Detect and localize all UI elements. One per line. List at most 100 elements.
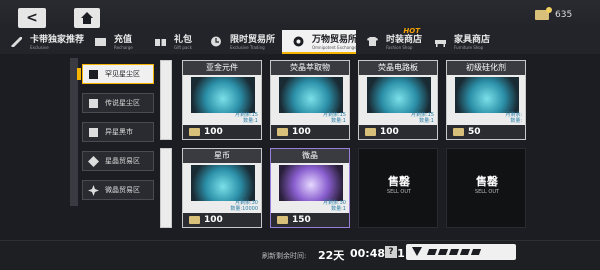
price-row: 50 xyxy=(447,125,525,139)
goods-price: 150 xyxy=(292,215,311,225)
tab-sub: Exclusive Trading xyxy=(230,44,265,50)
goods-limit: 月剩余:15 数量:1 xyxy=(234,112,258,124)
soldout-label: 售罄 xyxy=(388,175,410,188)
tab-sub: Furniture Shop xyxy=(454,44,484,50)
goods-image xyxy=(191,77,255,113)
tab-furniture-shop[interactable]: 家具商店 Furniture Shop xyxy=(424,30,500,54)
goods-image xyxy=(279,77,343,113)
tab-label: 充值 xyxy=(114,34,133,45)
goods-card[interactable]: 微晶 月剩余:30 数量:1 150 xyxy=(270,148,350,228)
help-icon: ? xyxy=(388,247,394,257)
goods-title: 星币 xyxy=(183,149,261,163)
clock-icon xyxy=(211,36,221,47)
goods-image xyxy=(367,77,431,113)
clothes-icon xyxy=(367,37,378,46)
tab-sub: Fashion Shop xyxy=(386,44,413,50)
diamond-icon xyxy=(88,156,99,167)
tab-sub: Recharge xyxy=(114,44,133,50)
partial-card[interactable] xyxy=(160,148,172,228)
currency-display: 635 xyxy=(535,7,573,20)
tab-sub: Exclusive xyxy=(30,44,49,50)
sidebar-item-label: 微晶贸易区 xyxy=(105,186,140,194)
sidebar-item-starcrystal-trading[interactable]: 星晶贸易区 xyxy=(82,151,154,171)
goods-card[interactable]: 亚金元件 月剩余:15 数量:1 100 xyxy=(182,60,262,140)
star-icon xyxy=(88,185,99,196)
price-coin-icon xyxy=(189,216,200,224)
sidebar-item-label: 星晶贸易区 xyxy=(105,157,140,165)
sidebar-item-microcrystal-trading[interactable]: 微晶贸易区 xyxy=(82,180,154,200)
sidebar-item-legend-stardust[interactable]: 传说星尘区 xyxy=(82,93,154,113)
tab-label: 时装商店 xyxy=(386,34,423,45)
goods-card[interactable]: 荧晶萃取物 月剩余:15 数量:1 100 xyxy=(270,60,350,140)
goods-card[interactable]: 荧晶电路板 月剩余:15 数量:1 100 xyxy=(358,60,438,140)
currency-value: 635 xyxy=(555,10,573,20)
tab-exclusive[interactable]: 卡带独家推荐 Exclusive xyxy=(0,30,84,54)
price-coin-icon xyxy=(277,128,288,136)
tab-label: 限时贸易所 xyxy=(230,34,276,45)
goods-limit: 月剩余:30 数量:1 xyxy=(322,200,346,212)
tab-sub: Omnipotent Exchange xyxy=(312,44,357,50)
goods-limit: 月剩余:15 数量:1 xyxy=(322,112,346,124)
triangle-logo-icon xyxy=(412,247,422,256)
shop-tabs: 卡带独家推荐 Exclusive 充值 Recharge 礼包 Gift pac… xyxy=(0,27,600,54)
furniture-icon xyxy=(435,40,446,47)
home-button[interactable] xyxy=(74,8,100,28)
home-icon xyxy=(81,12,93,24)
tab-fashion-shop[interactable]: 时装商店 Fashion Shop HOT xyxy=(356,27,424,54)
tab-label: 卡带独家推荐 xyxy=(30,34,85,45)
sidebar-item-black-market[interactable]: 异星黑市 xyxy=(82,122,154,142)
tab-gift[interactable]: 礼包 Gift pack xyxy=(144,30,200,54)
goods-title: 荧晶电路板 xyxy=(359,61,437,75)
goods-image xyxy=(455,77,519,113)
goods-image xyxy=(279,165,343,201)
hot-badge: HOT xyxy=(403,27,420,35)
soldout-mark: 售罄 SELL OUT xyxy=(469,173,505,203)
top-bar: < 635 xyxy=(0,0,600,30)
goods-price: 100 xyxy=(204,127,223,137)
tab-recharge[interactable]: 充值 Recharge xyxy=(84,30,144,54)
price-row: 100 xyxy=(271,125,349,139)
goods-price: 100 xyxy=(292,127,311,137)
partial-card[interactable] xyxy=(160,60,172,140)
price-row: 100 xyxy=(183,213,261,227)
tab-label: 礼包 xyxy=(174,34,193,45)
price-coin-icon xyxy=(365,128,376,136)
goods-title: 初级硅化剂 xyxy=(447,61,525,75)
goods-title: 亚金元件 xyxy=(183,61,261,75)
tab-sub: Gift pack xyxy=(174,44,192,50)
gift-icon xyxy=(155,36,166,47)
sidebar-item-label: 罕见星尘区 xyxy=(105,70,140,78)
soldout-label-en: SELL OUT xyxy=(386,189,412,195)
price-row: 150 xyxy=(271,213,349,227)
sidebar-item-rare-stardust[interactable]: 罕见星尘区 xyxy=(77,64,154,84)
tab-omnipotent-exchange[interactable]: 万物贸易所 Omnipotent Exchange xyxy=(282,30,357,54)
back-icon: < xyxy=(26,10,38,26)
price-row: 100 xyxy=(359,125,437,139)
sidebar-item-label: 异星黑市 xyxy=(105,128,133,136)
wallet-icon xyxy=(95,38,106,46)
soldout-label-en: SELL OUT xyxy=(474,189,500,195)
back-button[interactable]: < xyxy=(18,8,46,28)
refresh-days: 22天 xyxy=(318,249,345,262)
currency-icon xyxy=(535,7,552,20)
goods-limit: 月剩余:30 数量:10000 xyxy=(230,200,258,212)
goods-limit: 月剩余: 数量: xyxy=(505,112,522,124)
sidebar-item-label: 传说星尘区 xyxy=(105,99,140,107)
price-coin-icon xyxy=(189,128,200,136)
goods-title: 荧晶萃取物 xyxy=(271,61,349,75)
goods-price: 100 xyxy=(380,127,399,137)
sword-icon xyxy=(11,37,22,47)
tab-limited-trading[interactable]: 限时贸易所 Exclusive Trading xyxy=(200,30,282,54)
goods-card[interactable]: 初级硅化剂 月剩余: 数量: 50 xyxy=(446,60,526,140)
goods-card[interactable]: 星币 月剩余:30 数量:10000 100 xyxy=(182,148,262,228)
goods-card-soldout: 售罄 SELL OUT xyxy=(446,148,526,228)
square-icon xyxy=(89,99,98,108)
square-icon xyxy=(89,70,98,79)
refresh-label: 刷新剩余时间: xyxy=(262,252,307,260)
exchange-icon xyxy=(293,36,304,47)
help-button[interactable]: ? xyxy=(385,246,397,258)
brand-logo xyxy=(406,244,516,260)
soldout-label: 售罄 xyxy=(476,175,498,188)
price-row: 100 xyxy=(183,125,261,139)
soldout-mark: 售罄 SELL OUT xyxy=(381,173,417,203)
